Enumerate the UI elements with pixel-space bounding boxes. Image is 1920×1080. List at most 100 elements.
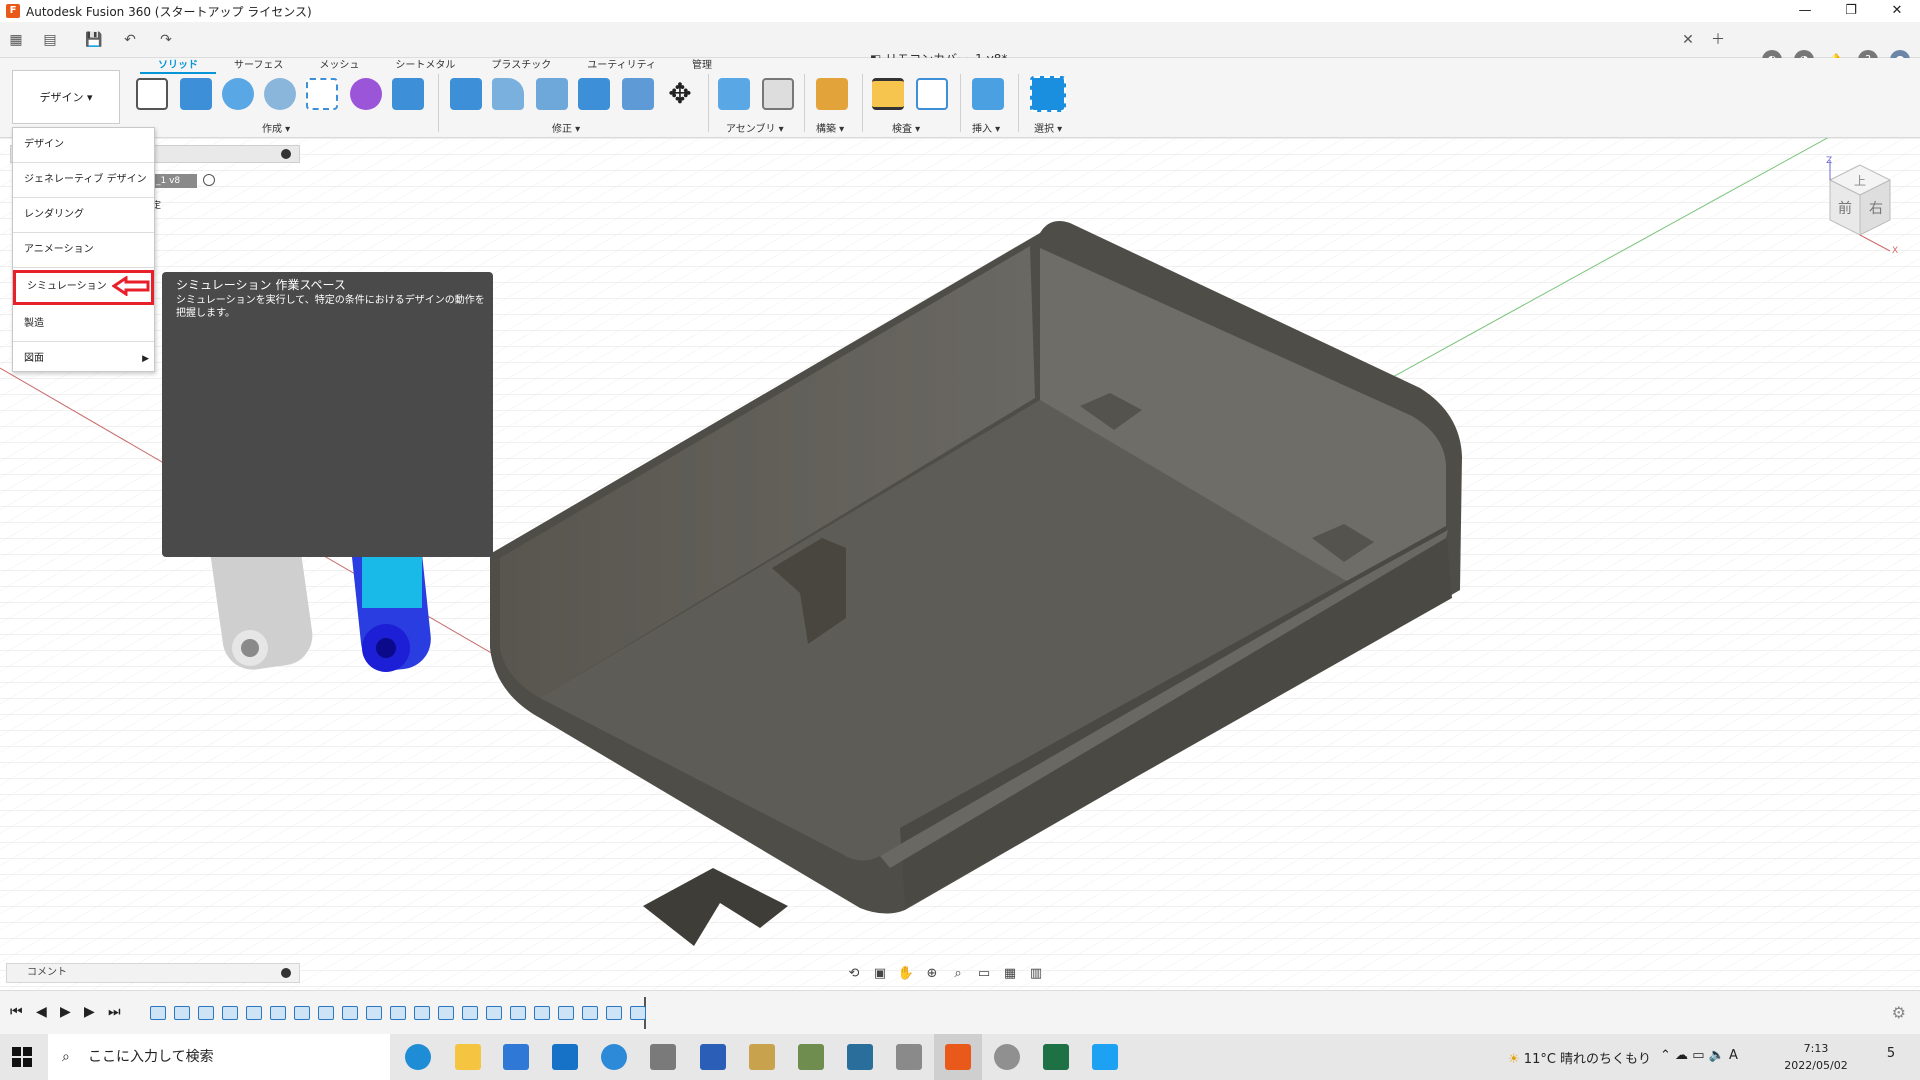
- timeline-next-icon[interactable]: ▶: [84, 1004, 95, 1020]
- store-icon[interactable]: [503, 1044, 529, 1070]
- volume-icon[interactable]: 🔈: [1709, 1048, 1725, 1063]
- insert-group-label[interactable]: 挿入 ▾: [972, 120, 1000, 135]
- taskbar-clock[interactable]: 7:13 2022/05/02: [1776, 1040, 1856, 1074]
- new-component-icon[interactable]: [718, 78, 750, 110]
- app-icon-9[interactable]: [798, 1044, 824, 1070]
- model-canvas[interactable]: [0, 138, 1920, 990]
- timeline-feature-icon[interactable]: [246, 1006, 262, 1020]
- press-pull-icon[interactable]: [450, 78, 482, 110]
- app-icon-10[interactable]: [847, 1044, 873, 1070]
- timeline-feature-icon[interactable]: [390, 1006, 406, 1020]
- inspect-group-label[interactable]: 検査 ▾: [892, 120, 920, 135]
- timeline-feature-icon[interactable]: [294, 1006, 310, 1020]
- word-icon[interactable]: [700, 1044, 726, 1070]
- tab-utilities[interactable]: ユーティリティ: [569, 58, 674, 74]
- timeline-feature-icon[interactable]: [486, 1006, 502, 1020]
- restore-button[interactable]: ❐: [1828, 0, 1874, 22]
- timeline-feature-icon[interactable]: [198, 1006, 214, 1020]
- taskbar-search-box[interactable]: ⌕ ここに入力して検索: [48, 1034, 390, 1080]
- display-settings-icon[interactable]: ▭: [974, 964, 994, 984]
- measure-icon[interactable]: [872, 78, 904, 110]
- tab-sheet-metal[interactable]: シートメタル: [377, 58, 473, 74]
- mail-icon[interactable]: [552, 1044, 578, 1070]
- onedrive-icon[interactable]: ☁: [1675, 1048, 1688, 1063]
- activate-radio-icon[interactable]: [203, 174, 215, 186]
- zoom-icon[interactable]: ⊕: [922, 964, 942, 984]
- create-sketch-icon[interactable]: [136, 78, 168, 110]
- file-explorer-icon[interactable]: [455, 1044, 481, 1070]
- document-tab-close-button[interactable]: ✕: [1676, 28, 1700, 52]
- edge-icon[interactable]: [405, 1044, 431, 1070]
- webex-icon[interactable]: [601, 1044, 627, 1070]
- menu-item-manufacture[interactable]: 製造: [13, 307, 154, 342]
- timeline-feature-icon[interactable]: [150, 1006, 166, 1020]
- select-group-label[interactable]: 選択 ▾: [1034, 120, 1062, 135]
- data-panel-icon[interactable]: ▦: [4, 28, 28, 52]
- offset-plane-icon[interactable]: [816, 78, 848, 110]
- comments-panel[interactable]: コメント: [6, 963, 300, 983]
- viewports-icon[interactable]: ▥: [1026, 964, 1046, 984]
- tab-mesh[interactable]: メッシュ: [301, 58, 377, 74]
- combine-icon[interactable]: [392, 78, 424, 110]
- timeline-feature-icon[interactable]: [462, 1006, 478, 1020]
- timeline-feature-icon[interactable]: [606, 1006, 622, 1020]
- pan-icon[interactable]: ✋: [896, 964, 916, 984]
- revolve-icon[interactable]: [222, 78, 254, 110]
- windows-start-icon[interactable]: [12, 1047, 32, 1067]
- ime-indicator[interactable]: A: [1729, 1048, 1738, 1063]
- look-at-icon[interactable]: ▣: [870, 964, 890, 984]
- assemble-group-label[interactable]: アセンブリ ▾: [726, 120, 784, 135]
- joint-icon[interactable]: [762, 78, 794, 110]
- timeline-prev-icon[interactable]: ◀: [36, 1004, 47, 1020]
- orbit-icon[interactable]: ⟲: [844, 964, 864, 984]
- timeline-feature-icon[interactable]: [222, 1006, 238, 1020]
- timeline-feature-icon[interactable]: [438, 1006, 454, 1020]
- pattern-icon[interactable]: [306, 78, 338, 110]
- move-copy-icon[interactable]: ✥: [664, 78, 696, 110]
- shell-icon[interactable]: [578, 78, 610, 110]
- timeline-feature-icon[interactable]: [270, 1006, 286, 1020]
- menu-item-animation[interactable]: アニメーション: [13, 233, 154, 268]
- form-icon[interactable]: [350, 78, 382, 110]
- browser-document-node[interactable]: _1 v8: [153, 174, 197, 188]
- undo-icon[interactable]: ↶: [118, 28, 142, 52]
- fillet-icon[interactable]: [492, 78, 524, 110]
- tab-surface[interactable]: サーフェス: [216, 58, 301, 74]
- timeline-feature-icon[interactable]: [342, 1006, 358, 1020]
- redo-icon[interactable]: ↷: [154, 28, 178, 52]
- file-menu-icon[interactable]: ▤: [38, 28, 62, 52]
- weather-widget[interactable]: ☀ 11°C 晴れのちくもり: [1508, 1048, 1651, 1067]
- timeline-feature-icon[interactable]: [534, 1006, 550, 1020]
- timeline-feature-icon[interactable]: [630, 1006, 646, 1020]
- timeline-last-icon[interactable]: ⏭: [108, 1004, 121, 1020]
- app-icon-11[interactable]: [896, 1044, 922, 1070]
- notification-center-icon[interactable]: 5: [1880, 1046, 1902, 1068]
- app-icon-6[interactable]: [650, 1044, 676, 1070]
- network-icon[interactable]: ▭: [1692, 1048, 1704, 1063]
- section-analysis-icon[interactable]: [916, 78, 948, 110]
- menu-item-drawing[interactable]: 図面 ▶: [13, 342, 154, 377]
- fusion-taskbar-icon[interactable]: [945, 1044, 971, 1070]
- hole-icon[interactable]: [264, 78, 296, 110]
- view-cube[interactable]: 上 前 右 Z X: [1810, 155, 1900, 268]
- tab-manage[interactable]: 管理: [674, 58, 730, 74]
- timeline-feature-icon[interactable]: [558, 1006, 574, 1020]
- tray-chevron-icon[interactable]: ⌃: [1660, 1048, 1671, 1063]
- minimize-button[interactable]: —: [1782, 0, 1828, 22]
- new-tab-icon[interactable]: ＋: [1706, 28, 1730, 52]
- browser-pin-icon[interactable]: [281, 149, 291, 159]
- save-icon[interactable]: 💾: [82, 28, 106, 52]
- fit-icon[interactable]: ⌕: [948, 964, 968, 984]
- timeline-feature-icon[interactable]: [414, 1006, 430, 1020]
- tab-plastic[interactable]: プラスチック: [473, 58, 569, 74]
- comments-add-icon[interactable]: [281, 968, 291, 978]
- split-body-icon[interactable]: [622, 78, 654, 110]
- close-window-button[interactable]: ✕: [1874, 0, 1920, 22]
- grid-icon[interactable]: ▦: [1000, 964, 1020, 984]
- select-icon[interactable]: [1030, 76, 1066, 112]
- system-tray[interactable]: ⌃ ☁ ▭ 🔈 A: [1660, 1048, 1738, 1063]
- insert-image-icon[interactable]: [972, 78, 1004, 110]
- timeline-feature-icon[interactable]: [318, 1006, 334, 1020]
- timeline-first-icon[interactable]: ⏮: [10, 1004, 23, 1020]
- timeline-feature-icon[interactable]: [174, 1006, 190, 1020]
